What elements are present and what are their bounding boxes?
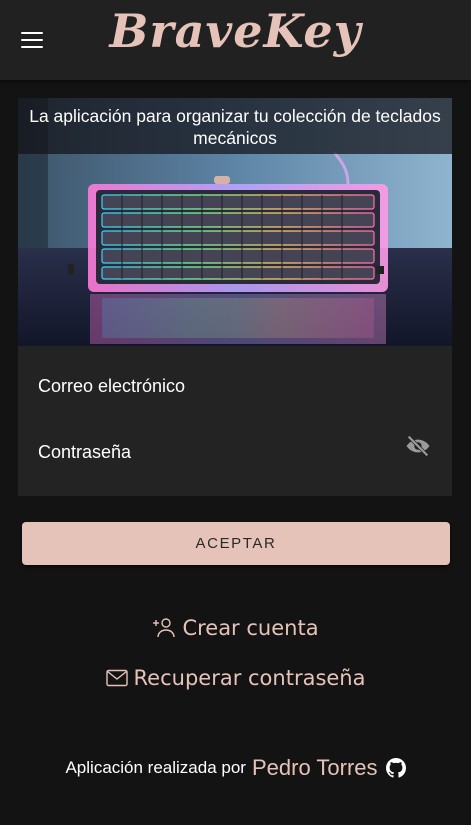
- app-logo: BraveKey: [109, 4, 362, 58]
- app-bar: BraveKey: [0, 0, 471, 80]
- eye-off-icon[interactable]: [404, 432, 432, 460]
- password-input[interactable]: [34, 432, 436, 472]
- footer-prefix: Aplicación realizada por: [65, 758, 246, 777]
- email-field[interactable]: Correo electrónico: [18, 356, 452, 414]
- hero-image: La aplicación para organizar tu colecció…: [18, 98, 452, 346]
- create-account-label: Crear cuenta: [182, 616, 319, 640]
- footer: Aplicación realizada por Pedro Torres: [0, 752, 471, 784]
- github-icon[interactable]: [385, 758, 406, 778]
- password-field[interactable]: Contraseña: [18, 422, 452, 480]
- author-link[interactable]: Pedro Torres: [252, 755, 378, 781]
- mail-icon: [105, 669, 128, 687]
- login-card: La aplicación para organizar tu colecció…: [18, 98, 452, 496]
- create-account-link[interactable]: Crear cuenta: [0, 612, 471, 644]
- recover-password-link[interactable]: Recuperar contraseña: [0, 662, 471, 694]
- hero-caption: La aplicación para organizar tu colecció…: [18, 98, 452, 154]
- recover-password-label: Recuperar contraseña: [133, 666, 366, 690]
- accept-button[interactable]: ACEPTAR: [22, 522, 450, 565]
- email-input[interactable]: [34, 366, 436, 406]
- person-add-icon: [153, 618, 176, 638]
